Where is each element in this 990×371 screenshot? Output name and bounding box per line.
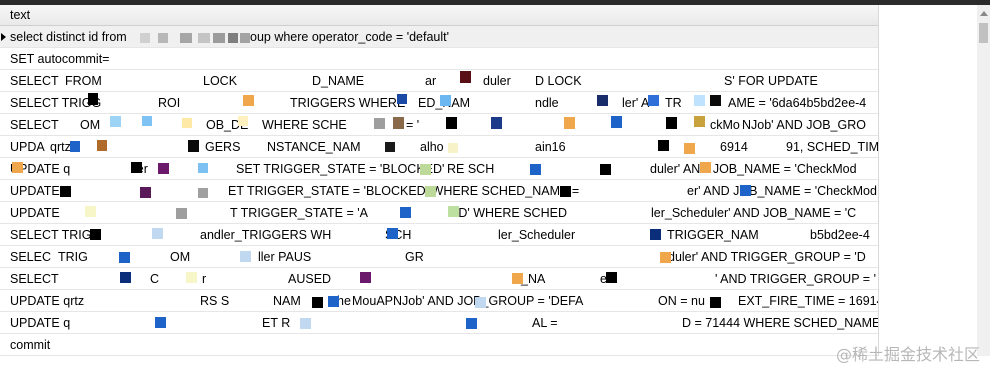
table-row[interactable]: UPDATE q ler SET TRIGGER_STATE = 'BLOCKE… <box>0 158 878 180</box>
cell-text: qrtz <box>50 140 71 154</box>
cell-text: andler_TRIGGERS WH <box>200 228 332 242</box>
table-row[interactable]: UPDATE qrtz RS S NAM Che MouAPNJob' AND … <box>0 290 878 312</box>
cell-text: er' AND JOB_NAME = 'CheckMod <box>687 184 877 198</box>
cell-text: GERS <box>205 140 241 154</box>
cell-text: OM <box>170 250 191 264</box>
current-row-pointer-icon <box>1 33 6 41</box>
cell-text: D = 71444 WHERE SCHED_NAME <box>682 316 878 330</box>
table-row[interactable]: SELECT TRIGG ROI TRIGGERS WHERE ED_NAM n… <box>0 92 878 114</box>
cell-text: ain16 <box>535 140 566 154</box>
cell-text: S' FOR UPDATE <box>724 74 818 88</box>
cell-text: T TRIGGER_STATE = 'A <box>230 206 368 220</box>
table-row[interactable]: SET autocommit= <box>0 48 878 70</box>
cell-text: RS S <box>200 294 230 308</box>
cell-text: TRIGGERS WHERE <box>290 96 406 110</box>
table-row[interactable]: SELECT FROM LOCK D_NAME ar duler D LOCK … <box>0 70 878 92</box>
cell-text: Che <box>328 294 351 308</box>
cell-text: ler <box>134 162 148 176</box>
table-row[interactable]: UPDATE ET TRIGGER_STATE = 'BLOCKED' WHER… <box>0 180 878 202</box>
cell-text: C <box>150 272 160 286</box>
cell-text: SELECT <box>10 118 59 132</box>
cell-text: RE SCH <box>447 162 495 176</box>
scroll-up-icon[interactable] <box>980 11 988 16</box>
cell-text: = ' <box>406 118 420 132</box>
cell-text: duler' AND JOB_NAME = 'CheckMod <box>650 162 857 176</box>
result-grid: text select distinct id from oup where o… <box>0 5 879 356</box>
table-row[interactable]: SELECT TRIG andler_TRIGGERS WH SCH ler_S… <box>0 224 878 246</box>
cell-text: duler <box>483 74 511 88</box>
cell-text: ndle <box>535 96 559 110</box>
cell-text: UPDA <box>10 140 45 154</box>
cell-text: TRIGGER_NAM <box>667 228 759 242</box>
cell-text: ler_Scheduler' AND JOB_NAME = 'C <box>651 206 857 220</box>
cell-text: NSTANCE_NAM <box>267 140 361 154</box>
cell-text: TRIG <box>58 250 88 264</box>
cell-text: duler' AND TRIGGER_GROUP = 'D <box>668 250 866 264</box>
table-row[interactable]: SELEC TRIG OM ller PAUS GR duler' AND TR… <box>0 246 878 268</box>
cell-text: ar <box>425 74 437 88</box>
cell-text: D LOCK <box>535 74 582 88</box>
cell-text: D_NA <box>512 272 546 286</box>
cell-text: ler_Scheduler <box>498 228 576 242</box>
table-row[interactable]: SELECT OM OB_DE WHERE SCHE = ' ckMo NJob… <box>0 114 878 136</box>
cell-text: AME = '6da64b5bd2ee-4 <box>728 96 867 110</box>
scrollbar-thumb[interactable] <box>979 23 988 43</box>
cell-text: UPDATE <box>10 184 60 198</box>
cell-text: SET autocommit= <box>10 52 110 66</box>
cell-text: ET R <box>262 316 291 330</box>
table-row[interactable]: select distinct id from oup where operat… <box>0 26 878 48</box>
cell-text: NAM <box>273 294 301 308</box>
cell-text: ' AND TRIGGER_GROUP = ' <box>715 272 876 286</box>
cell-text: SELEC <box>10 250 51 264</box>
cell-text: OB_DE <box>206 118 249 132</box>
cell-text: SCH <box>385 228 412 242</box>
cell-text: MouAPNJob' AND JOB_GROUP = 'DEFA <box>352 294 584 308</box>
cell-text: UPDATE q <box>10 316 71 330</box>
cell-text: ckMo <box>710 118 740 132</box>
cell-text: UPDATE q <box>10 162 71 176</box>
table-row[interactable]: UPDA qrtz GERS NSTANCE_NAM alho ain16 69… <box>0 136 878 158</box>
cell-text: ON = nu <box>658 294 705 308</box>
vertical-scrollbar[interactable] <box>977 5 990 356</box>
cell-text: 6914 <box>720 140 748 154</box>
cell-text: OM <box>80 118 101 132</box>
cell-text: FROM <box>65 74 102 88</box>
cell-text: ET TRIGGER_STATE = 'BLOCKED' WHERE SCHED… <box>228 184 580 198</box>
table-row[interactable]: UPDATE q ET R AL = D = 71444 WHERE SCHED… <box>0 312 878 334</box>
cell-text: alho <box>420 140 444 154</box>
cell-text: SET TRIGGER_STATE = 'BLOCKED' <box>236 162 445 176</box>
cell-text: commit <box>10 338 51 352</box>
cell-text: AUSED <box>288 272 332 286</box>
cell-text: r <box>202 272 207 286</box>
cell-text: ED_NAM <box>418 96 471 110</box>
cell-text: EXT_FIRE_TIME = 16914 <box>738 294 878 308</box>
cell-text: ell <box>600 272 613 286</box>
cell-text: SELECT <box>10 74 59 88</box>
cell-text: SELECT <box>10 272 59 286</box>
cell-text: UPDATE qrtz <box>10 294 85 308</box>
cell-text: SELECT TRIG <box>10 228 92 242</box>
cell-text: ler' A <box>622 96 650 110</box>
cell-text: select distinct id from <box>10 30 127 44</box>
cell-text: NJob' AND JOB_GRO <box>742 118 866 132</box>
cell-text: GR <box>405 250 424 264</box>
cell-text: SELECT TRIGG <box>10 96 102 110</box>
table-row[interactable]: SELECT C r AUSED D_NA ell ' AND TRIGGER_… <box>0 268 878 290</box>
watermark: @稀土掘金技术社区 <box>835 345 980 364</box>
cell-text: UPDATE <box>10 206 60 220</box>
cell-text: AL = <box>532 316 558 330</box>
column-header-text[interactable]: text <box>0 5 878 26</box>
cell-text: WHERE SCHE <box>262 118 347 132</box>
cell-text: oup where operator_code = 'default' <box>250 30 450 44</box>
cell-text: 91, SCHED_TIM <box>786 140 878 154</box>
cell-text: D_NAME <box>312 74 365 88</box>
cell-text: ller PAUS <box>258 250 312 264</box>
table-row[interactable]: UPDATE T TRIGGER_STATE = 'A ED' WHERE SC… <box>0 202 878 224</box>
cell-text: LOCK <box>203 74 238 88</box>
table-row[interactable]: commit <box>0 334 878 356</box>
cell-text: TR <box>665 96 682 110</box>
cell-text: b5bd2ee-4 <box>810 228 870 242</box>
cell-text: ED' WHERE SCHED <box>450 206 567 220</box>
cell-text: ROI <box>158 96 181 110</box>
